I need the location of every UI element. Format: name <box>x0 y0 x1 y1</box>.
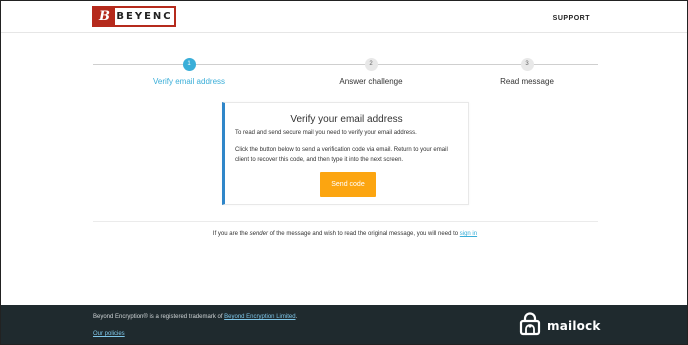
mailock-wordmark: mailock <box>547 319 601 333</box>
step-label: Read message <box>500 77 554 86</box>
sender-note: If you are the sender of the message and… <box>1 231 688 237</box>
beyenc-logo[interactable]: B BEYENC <box>92 6 176 27</box>
logo-mark: B <box>94 8 115 25</box>
step-number: 2 <box>364 58 378 71</box>
divider <box>93 221 598 222</box>
sender-note-prefix: If you are the <box>212 231 250 237</box>
mailock-brand[interactable]: mailock <box>519 311 601 341</box>
verify-email-card: Verify your email address To read and se… <box>222 102 469 205</box>
card-instructions-text: Click the button below to send a verific… <box>235 147 448 163</box>
step-answer-challenge: 2 Answer challenge <box>301 58 441 86</box>
trademark-notice: Beyond Encryption® is a registered trade… <box>93 314 297 320</box>
site-footer: Beyond Encryption® is a registered trade… <box>1 305 687 344</box>
support-link[interactable]: SUPPORT <box>553 15 590 22</box>
site-header: B BEYENC SUPPORT <box>1 1 687 33</box>
step-verify-email: 1 Verify email address <box>119 58 259 86</box>
card-title: Verify your email address <box>290 114 403 125</box>
sender-note-emphasis: sender <box>249 231 268 237</box>
trademark-prefix: Beyond Encryption® is a registered trade… <box>93 314 225 320</box>
step-label: Verify email address <box>152 77 226 86</box>
sender-note-middle: of the message and wish to read the orig… <box>267 231 460 237</box>
beyond-encryption-link[interactable]: Beyond Encryption Limited <box>224 314 295 320</box>
progress-steps: 1 Verify email address 2 Answer challeng… <box>93 58 598 94</box>
policies-row: Our policies <box>93 331 125 337</box>
sign-in-link[interactable]: sign in <box>460 231 477 237</box>
step-read-message: 3 Read message <box>457 58 597 86</box>
send-code-button[interactable]: Send code <box>320 172 376 197</box>
card-intro-text: To read and send secure mail you need to… <box>235 130 417 136</box>
mailock-lock-icon <box>519 311 541 341</box>
trademark-suffix: . <box>295 314 298 320</box>
step-number: 3 <box>520 58 534 71</box>
logo-text: BEYENC <box>116 11 173 22</box>
our-policies-link[interactable]: Our policies <box>93 331 125 337</box>
step-number: 1 <box>182 58 196 71</box>
step-label: Answer challenge <box>339 77 403 86</box>
